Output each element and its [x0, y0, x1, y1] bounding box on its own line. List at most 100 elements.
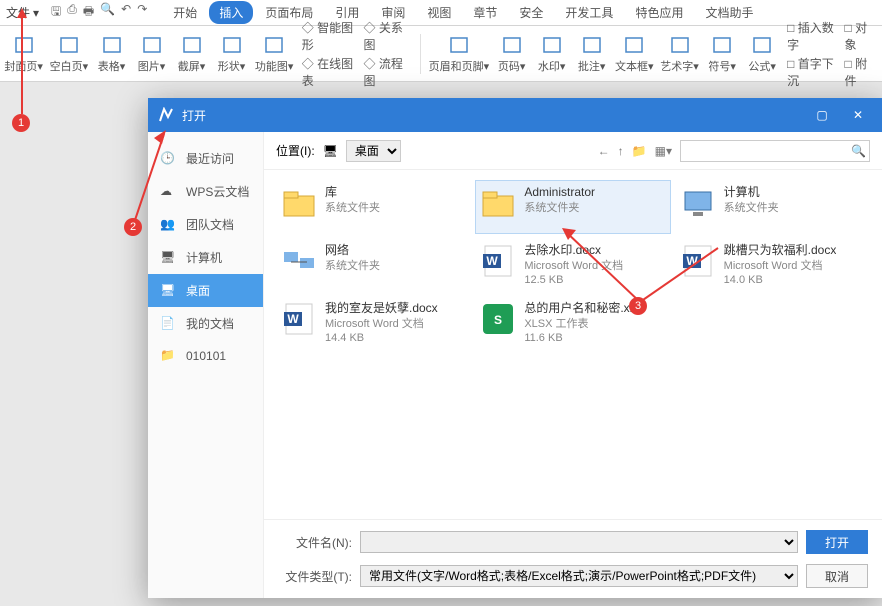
back-icon[interactable]: ← [598, 144, 610, 158]
open-button[interactable]: 打开 [806, 530, 868, 554]
tab-文档助手[interactable]: 文档助手 [695, 1, 763, 24]
ribbon-icon [447, 34, 471, 56]
new-folder-icon[interactable]: 📁 [632, 144, 647, 158]
ribbon-水印[interactable]: 水印▾ [537, 34, 567, 74]
file-icon: S [480, 301, 516, 337]
ribbon-智能图形[interactable]: ◇ 智能图形 [302, 19, 360, 53]
save-icon[interactable]: 🖫 [51, 2, 61, 23]
sidebar-item-label: 我的文档 [186, 315, 234, 332]
file-item[interactable]: Administrator系统文件夹 [475, 180, 670, 234]
tab-开发工具[interactable]: 开发工具 [555, 1, 623, 24]
ribbon-功能图[interactable]: 功能图▾ [257, 34, 292, 74]
save-as-icon[interactable]: ⎙ [67, 2, 77, 23]
menubar: 文件 ▾ 🖫 ⎙ 🖶 🔍 ↶ ↷ 开始插入页面布局引用审阅视图章节安全开发工具特… [0, 0, 882, 26]
file-name: 库 [325, 185, 380, 201]
ribbon-icon [750, 34, 774, 56]
file-item[interactable]: W跳槽只为软福利.docxMicrosoft Word 文档14.0 KB [675, 238, 870, 292]
annotation-dot-3: 3 [629, 297, 647, 315]
file-item[interactable]: 计算机系统文件夹 [675, 180, 870, 234]
ribbon-icon [710, 34, 734, 56]
maximize-icon[interactable]: ▢ [808, 108, 836, 122]
tab-章节[interactable]: 章节 [463, 1, 507, 24]
ribbon-截屏[interactable]: 截屏▾ [177, 34, 207, 74]
dialog-main: 位置(I): 🖥 桌面 ← ↑ 📁 ▦▾ 🔍 库系统文件夹Administrat… [264, 132, 882, 598]
dialog-titlebar: 打开 ▢ ✕ [148, 98, 882, 132]
ribbon-形状[interactable]: 形状▾ [217, 34, 247, 74]
ribbon-图片[interactable]: 图片▾ [137, 34, 167, 74]
sidebar-item-label: 010101 [186, 349, 226, 363]
file-label: 文件 [6, 4, 30, 21]
file-name: 计算机 [724, 185, 779, 201]
ribbon-公式[interactable]: 公式▾ [747, 34, 777, 74]
ribbon-label: 形状▾ [218, 58, 246, 74]
tab-安全[interactable]: 安全 [509, 1, 553, 24]
chevron-down-icon: ▾ [33, 6, 39, 20]
ribbon-符号[interactable]: 符号▾ [707, 34, 737, 74]
ribbon: 封面页▾空白页▾表格▾图片▾截屏▾形状▾功能图▾◇ 智能图形◇ 关系图◇ 在线图… [0, 26, 882, 82]
ribbon-页眉和页脚[interactable]: 页眉和页脚▾ [431, 34, 486, 74]
file-item[interactable]: W去除水印.docxMicrosoft Word 文档12.5 KB [475, 238, 670, 292]
sidebar-item-WPS云文档[interactable]: ☁WPS云文档 [148, 175, 263, 208]
ribbon-文本框[interactable]: 文本框▾ [617, 34, 652, 74]
file-menu[interactable]: 文件 ▾ [2, 2, 43, 23]
ribbon-right-group: □ 插入数字□ 对象□ 首字下沉□ 附件 [787, 19, 876, 89]
search-input[interactable] [680, 140, 870, 162]
ribbon-艺术字[interactable]: 艺术字▾ [662, 34, 697, 74]
ribbon-label: 批注▾ [578, 58, 606, 74]
ribbon-批注[interactable]: 批注▾ [577, 34, 607, 74]
ribbon-插入数字[interactable]: □ 插入数字 [787, 19, 840, 53]
ribbon-tabs: 开始插入页面布局引用审阅视图章节安全开发工具特色应用文档助手 [163, 1, 763, 24]
ribbon-关系图[interactable]: ◇ 关系图 [364, 19, 411, 53]
sidebar-item-计算机[interactable]: 🖥计算机 [148, 241, 263, 274]
monitor-icon: 🖥 [323, 144, 338, 158]
ribbon-首字下沉[interactable]: □ 首字下沉 [787, 55, 840, 89]
sidebar-item-010101[interactable]: 📁010101 [148, 340, 263, 372]
ribbon-对象[interactable]: □ 对象 [845, 19, 877, 53]
annotation-dot-2: 2 [124, 218, 142, 236]
up-icon[interactable]: ↑ [618, 144, 624, 158]
file-icon: W [680, 243, 716, 279]
ribbon-icon [180, 34, 204, 56]
sidebar-item-团队文档[interactable]: 👥团队文档 [148, 208, 263, 241]
ribbon-icon [12, 34, 36, 56]
sidebar-item-最近访问[interactable]: 🕒最近访问 [148, 142, 263, 175]
ribbon-表格[interactable]: 表格▾ [97, 34, 127, 74]
filename-label: 文件名(N): [278, 534, 352, 551]
file-size: 11.6 KB [524, 331, 644, 345]
sidebar-item-桌面[interactable]: 🖥桌面 [148, 274, 263, 307]
dialog-title: 打开 [182, 107, 800, 124]
filename-field[interactable] [360, 531, 798, 553]
sidebar-item-我的文档[interactable]: 📄我的文档 [148, 307, 263, 340]
filetype-select[interactable]: 常用文件(文字/Word格式;表格/Excel格式;演示/PowerPoint格… [360, 565, 798, 587]
ribbon-封面页[interactable]: 封面页▾ [6, 34, 41, 74]
file-item[interactable]: W我的室友是妖孽.docxMicrosoft Word 文档14.4 KB [276, 296, 471, 350]
search-icon[interactable]: 🔍 [851, 144, 866, 158]
open-dialog: 打开 ▢ ✕ 🕒最近访问☁WPS云文档👥团队文档🖥计算机🖥桌面📄我的文档📁010… [148, 98, 882, 598]
location-select[interactable]: 桌面 [346, 140, 401, 162]
file-size: 14.4 KB [325, 331, 438, 345]
location-label: 位置(I): [276, 142, 315, 159]
tab-开始[interactable]: 开始 [163, 1, 207, 24]
ribbon-label: 表格▾ [98, 58, 126, 74]
close-icon[interactable]: ✕ [844, 108, 872, 122]
ribbon-附件[interactable]: □ 附件 [845, 55, 877, 89]
tab-特色应用[interactable]: 特色应用 [625, 1, 693, 24]
view-icon[interactable]: ▦▾ [655, 144, 672, 158]
ribbon-空白页[interactable]: 空白页▾ [51, 34, 86, 74]
ribbon-页码[interactable]: 页码▾ [497, 34, 527, 74]
ribbon-流程图[interactable]: ◇ 流程图 [364, 55, 411, 89]
file-icon [281, 185, 317, 221]
preview-icon[interactable]: 🔍 [100, 2, 115, 23]
svg-text:W: W [287, 312, 299, 326]
undo-icon[interactable]: ↶ [121, 2, 131, 23]
redo-icon[interactable]: ↷ [137, 2, 147, 23]
file-item[interactable]: 网络系统文件夹 [276, 238, 471, 292]
tab-视图[interactable]: 视图 [417, 1, 461, 24]
cancel-button[interactable]: 取消 [806, 564, 868, 588]
ribbon-在线图表[interactable]: ◇ 在线图表 [302, 55, 360, 89]
file-icon: W [281, 301, 317, 337]
tab-插入[interactable]: 插入 [209, 1, 253, 24]
print-icon[interactable]: 🖶 [83, 2, 94, 23]
file-item[interactable]: 库系统文件夹 [276, 180, 471, 234]
file-icon [680, 185, 716, 221]
